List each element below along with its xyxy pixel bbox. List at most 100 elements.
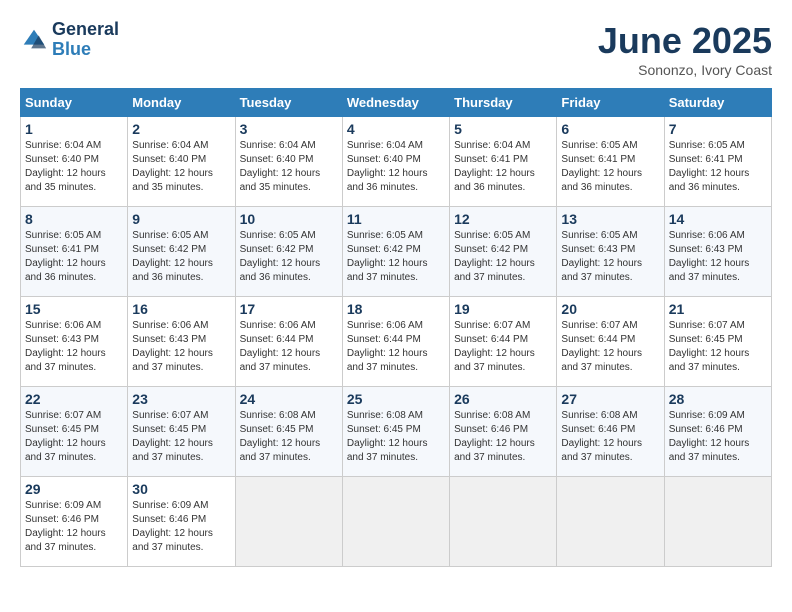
calendar-cell: 3 Sunrise: 6:04 AM Sunset: 6:40 PM Dayli… (235, 117, 342, 207)
calendar-cell: 11 Sunrise: 6:05 AM Sunset: 6:42 PM Dayl… (342, 207, 449, 297)
day-number: 17 (240, 301, 338, 317)
day-number: 1 (25, 121, 123, 137)
calendar-cell: 16 Sunrise: 6:06 AM Sunset: 6:43 PM Dayl… (128, 297, 235, 387)
day-info: Sunrise: 6:07 AM Sunset: 6:45 PM Dayligh… (132, 409, 230, 465)
month-title: June 2025 (598, 20, 772, 62)
day-number: 2 (132, 121, 230, 137)
day-info: Sunrise: 6:06 AM Sunset: 6:43 PM Dayligh… (25, 319, 123, 375)
calendar-week-1: 1 Sunrise: 6:04 AM Sunset: 6:40 PM Dayli… (21, 117, 772, 207)
calendar-cell: 10 Sunrise: 6:05 AM Sunset: 6:42 PM Dayl… (235, 207, 342, 297)
day-info: Sunrise: 6:07 AM Sunset: 6:44 PM Dayligh… (561, 319, 659, 375)
weekday-header-wednesday: Wednesday (342, 89, 449, 117)
day-info: Sunrise: 6:04 AM Sunset: 6:40 PM Dayligh… (347, 139, 445, 195)
calendar-cell: 28 Sunrise: 6:09 AM Sunset: 6:46 PM Dayl… (664, 387, 771, 477)
logo: General Blue (20, 20, 119, 60)
day-info: Sunrise: 6:05 AM Sunset: 6:42 PM Dayligh… (347, 229, 445, 285)
calendar-cell: 23 Sunrise: 6:07 AM Sunset: 6:45 PM Dayl… (128, 387, 235, 477)
day-number: 15 (25, 301, 123, 317)
day-info: Sunrise: 6:07 AM Sunset: 6:45 PM Dayligh… (25, 409, 123, 465)
day-number: 9 (132, 211, 230, 227)
day-info: Sunrise: 6:05 AM Sunset: 6:42 PM Dayligh… (240, 229, 338, 285)
calendar-cell: 25 Sunrise: 6:08 AM Sunset: 6:45 PM Dayl… (342, 387, 449, 477)
day-number: 24 (240, 391, 338, 407)
calendar-cell: 12 Sunrise: 6:05 AM Sunset: 6:42 PM Dayl… (450, 207, 557, 297)
calendar-cell: 21 Sunrise: 6:07 AM Sunset: 6:45 PM Dayl… (664, 297, 771, 387)
calendar-cell: 1 Sunrise: 6:04 AM Sunset: 6:40 PM Dayli… (21, 117, 128, 207)
calendar-cell: 7 Sunrise: 6:05 AM Sunset: 6:41 PM Dayli… (664, 117, 771, 207)
day-info: Sunrise: 6:06 AM Sunset: 6:43 PM Dayligh… (132, 319, 230, 375)
weekday-header-monday: Monday (128, 89, 235, 117)
day-number: 28 (669, 391, 767, 407)
calendar-cell: 9 Sunrise: 6:05 AM Sunset: 6:42 PM Dayli… (128, 207, 235, 297)
calendar-cell: 4 Sunrise: 6:04 AM Sunset: 6:40 PM Dayli… (342, 117, 449, 207)
calendar-week-3: 15 Sunrise: 6:06 AM Sunset: 6:43 PM Dayl… (21, 297, 772, 387)
calendar-cell: 2 Sunrise: 6:04 AM Sunset: 6:40 PM Dayli… (128, 117, 235, 207)
calendar-cell (450, 477, 557, 567)
calendar-cell (557, 477, 664, 567)
day-info: Sunrise: 6:04 AM Sunset: 6:40 PM Dayligh… (25, 139, 123, 195)
calendar-cell: 6 Sunrise: 6:05 AM Sunset: 6:41 PM Dayli… (557, 117, 664, 207)
day-info: Sunrise: 6:05 AM Sunset: 6:41 PM Dayligh… (25, 229, 123, 285)
day-info: Sunrise: 6:07 AM Sunset: 6:45 PM Dayligh… (669, 319, 767, 375)
calendar-cell: 22 Sunrise: 6:07 AM Sunset: 6:45 PM Dayl… (21, 387, 128, 477)
day-info: Sunrise: 6:06 AM Sunset: 6:44 PM Dayligh… (240, 319, 338, 375)
calendar-table: SundayMondayTuesdayWednesdayThursdayFrid… (20, 88, 772, 567)
calendar-cell: 17 Sunrise: 6:06 AM Sunset: 6:44 PM Dayl… (235, 297, 342, 387)
day-number: 6 (561, 121, 659, 137)
calendar-week-4: 22 Sunrise: 6:07 AM Sunset: 6:45 PM Dayl… (21, 387, 772, 477)
day-info: Sunrise: 6:08 AM Sunset: 6:45 PM Dayligh… (240, 409, 338, 465)
weekday-header-sunday: Sunday (21, 89, 128, 117)
day-info: Sunrise: 6:04 AM Sunset: 6:40 PM Dayligh… (240, 139, 338, 195)
weekday-header-friday: Friday (557, 89, 664, 117)
calendar-cell: 19 Sunrise: 6:07 AM Sunset: 6:44 PM Dayl… (450, 297, 557, 387)
day-info: Sunrise: 6:05 AM Sunset: 6:42 PM Dayligh… (132, 229, 230, 285)
logo-icon (20, 26, 48, 54)
day-number: 25 (347, 391, 445, 407)
day-info: Sunrise: 6:04 AM Sunset: 6:40 PM Dayligh… (132, 139, 230, 195)
day-info: Sunrise: 6:04 AM Sunset: 6:41 PM Dayligh… (454, 139, 552, 195)
day-info: Sunrise: 6:05 AM Sunset: 6:41 PM Dayligh… (561, 139, 659, 195)
day-info: Sunrise: 6:06 AM Sunset: 6:43 PM Dayligh… (669, 229, 767, 285)
page-header: General Blue June 2025 Sononzo, Ivory Co… (20, 20, 772, 78)
day-number: 3 (240, 121, 338, 137)
day-number: 7 (669, 121, 767, 137)
day-info: Sunrise: 6:05 AM Sunset: 6:43 PM Dayligh… (561, 229, 659, 285)
day-info: Sunrise: 6:05 AM Sunset: 6:41 PM Dayligh… (669, 139, 767, 195)
calendar-cell: 14 Sunrise: 6:06 AM Sunset: 6:43 PM Dayl… (664, 207, 771, 297)
day-number: 8 (25, 211, 123, 227)
weekday-header-tuesday: Tuesday (235, 89, 342, 117)
weekday-header-saturday: Saturday (664, 89, 771, 117)
calendar-cell: 15 Sunrise: 6:06 AM Sunset: 6:43 PM Dayl… (21, 297, 128, 387)
day-number: 13 (561, 211, 659, 227)
calendar-week-5: 29 Sunrise: 6:09 AM Sunset: 6:46 PM Dayl… (21, 477, 772, 567)
day-number: 27 (561, 391, 659, 407)
title-block: June 2025 Sononzo, Ivory Coast (598, 20, 772, 78)
logo-text: General Blue (52, 20, 119, 60)
location-subtitle: Sononzo, Ivory Coast (598, 62, 772, 78)
day-number: 18 (347, 301, 445, 317)
calendar-cell (235, 477, 342, 567)
day-info: Sunrise: 6:09 AM Sunset: 6:46 PM Dayligh… (132, 499, 230, 555)
day-number: 22 (25, 391, 123, 407)
day-number: 16 (132, 301, 230, 317)
day-number: 4 (347, 121, 445, 137)
day-number: 23 (132, 391, 230, 407)
weekday-header-thursday: Thursday (450, 89, 557, 117)
day-info: Sunrise: 6:05 AM Sunset: 6:42 PM Dayligh… (454, 229, 552, 285)
calendar-cell: 13 Sunrise: 6:05 AM Sunset: 6:43 PM Dayl… (557, 207, 664, 297)
day-info: Sunrise: 6:08 AM Sunset: 6:45 PM Dayligh… (347, 409, 445, 465)
calendar-cell: 27 Sunrise: 6:08 AM Sunset: 6:46 PM Dayl… (557, 387, 664, 477)
calendar-cell: 20 Sunrise: 6:07 AM Sunset: 6:44 PM Dayl… (557, 297, 664, 387)
calendar-cell (342, 477, 449, 567)
calendar-cell: 30 Sunrise: 6:09 AM Sunset: 6:46 PM Dayl… (128, 477, 235, 567)
calendar-cell (664, 477, 771, 567)
calendar-cell: 24 Sunrise: 6:08 AM Sunset: 6:45 PM Dayl… (235, 387, 342, 477)
day-number: 26 (454, 391, 552, 407)
day-info: Sunrise: 6:07 AM Sunset: 6:44 PM Dayligh… (454, 319, 552, 375)
calendar-cell: 8 Sunrise: 6:05 AM Sunset: 6:41 PM Dayli… (21, 207, 128, 297)
day-number: 10 (240, 211, 338, 227)
day-info: Sunrise: 6:09 AM Sunset: 6:46 PM Dayligh… (25, 499, 123, 555)
calendar-cell: 5 Sunrise: 6:04 AM Sunset: 6:41 PM Dayli… (450, 117, 557, 207)
calendar-week-2: 8 Sunrise: 6:05 AM Sunset: 6:41 PM Dayli… (21, 207, 772, 297)
day-number: 12 (454, 211, 552, 227)
